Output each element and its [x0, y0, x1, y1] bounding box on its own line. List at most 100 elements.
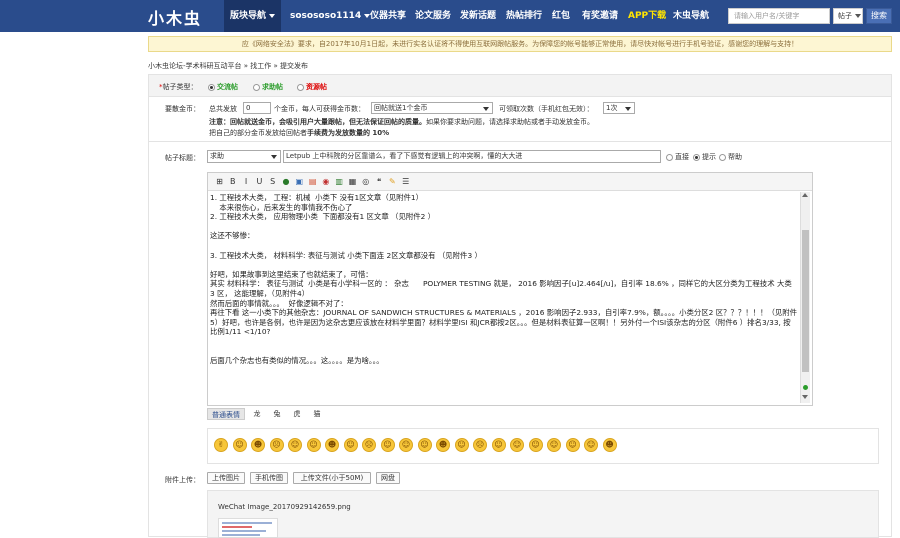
emoji-icon[interactable]: ☺ — [510, 438, 524, 452]
reward-per-select[interactable]: 回帖就送1个金币 — [371, 102, 493, 114]
chevron-down-icon — [855, 14, 861, 18]
editor-content[interactable]: 1. 工程技术大类， 工程：机械 小类下 没有1区文章（见附件1） 本来很伤心，… — [210, 193, 798, 403]
breadcrumb[interactable]: 小木虫论坛-学术科研互动平台 » 找工作 » 提交发布 — [148, 61, 308, 71]
nav-new-topic[interactable]: 发新话题 — [460, 0, 496, 32]
radio-selected-icon[interactable] — [208, 83, 215, 91]
emoji-icon[interactable]: ☹ — [269, 438, 284, 452]
attachment-file-name[interactable]: WeChat Image_20170929142659.png — [218, 503, 351, 511]
search-type-value: 帖子 — [838, 12, 852, 20]
table-icon[interactable]: ▦ — [347, 176, 358, 187]
nav-section-guide[interactable]: 版块导航 — [224, 0, 282, 32]
site-logo[interactable]: 小木虫 — [148, 5, 202, 29]
mode-help-label: 帮助 — [728, 153, 742, 161]
emoji-icon[interactable]: ☺ — [454, 438, 469, 452]
emoji-tab-tiger[interactable]: 虎 — [289, 408, 305, 420]
upload-image-button[interactable]: 上传图片 — [207, 472, 245, 484]
emoji-tab-rabbit[interactable]: 兔 — [269, 408, 285, 420]
post-type-option-resource-label: 资源帖 — [306, 83, 327, 91]
emoji-icon[interactable]: ✌ — [214, 438, 228, 452]
code-icon[interactable]: ◎ — [360, 176, 371, 187]
nav-hot-ranking[interactable]: 热帖排行 — [506, 0, 542, 32]
mode-hint[interactable]: 提示 — [693, 152, 716, 162]
radio-selected-icon[interactable] — [693, 153, 700, 161]
color-icon[interactable]: ● — [281, 176, 292, 187]
title-input[interactable]: Letpub 上中科院的分区靠谱么，看了下感觉有逻辑上的冲突啊，懂的大大进 — [283, 150, 661, 163]
scroll-down-icon[interactable] — [802, 395, 808, 399]
emoji-icon[interactable]: ☺ — [491, 438, 506, 452]
emoji-icon[interactable]: ☹ — [473, 438, 487, 452]
emoji-icon[interactable]: ☺ — [288, 438, 302, 452]
emoji-icon[interactable]: ☺ — [417, 438, 432, 452]
reward-times-select[interactable]: 1次 — [603, 102, 635, 114]
emoji-tab-dragon[interactable]: 龙 — [249, 408, 265, 420]
mode-help[interactable]: 帮助 — [719, 152, 742, 162]
reward-note-1: 注意：回帖就送金币，会吸引用户大量跟帖，但无法保证回帖的质量。如果你要求助问题，… — [209, 117, 594, 127]
nav-paper-service[interactable]: 论文服务 — [415, 0, 451, 32]
search-button[interactable]: 搜索 — [866, 8, 892, 24]
post-type-option-exchange[interactable]: 交流帖 — [208, 82, 238, 92]
list-icon[interactable]: ☰ — [400, 176, 411, 187]
upload-file-button[interactable]: 上传文件(小于50M) — [293, 472, 371, 484]
emoji-icon[interactable]: ☺ — [343, 438, 358, 452]
mode-direct[interactable]: 直接 — [666, 152, 689, 162]
radio-icon[interactable] — [666, 153, 673, 161]
reward-total-input[interactable]: 0 — [243, 102, 271, 114]
emoji-icon[interactable]: ☺ — [380, 438, 395, 452]
rich-text-editor: ⊞ B I U S ● ▣ ▤ ◉ ▥ ▦ ◎ ❝ ✎ ☰ 1. 工程技术大类， 工程：机械 小类下 没有1… — [207, 172, 813, 406]
emoji-icon[interactable]: ☺ — [232, 438, 247, 452]
reward-per-value: 回帖就送1个金币 — [374, 104, 428, 112]
source-icon[interactable]: ⊞ — [214, 176, 225, 187]
nav-app-download[interactable]: APP下载 — [628, 0, 666, 32]
editor-scrollbar[interactable] — [800, 192, 810, 403]
post-type-option-help[interactable]: 求助帖 — [253, 82, 283, 92]
post-type-label: *帖子类型： — [159, 82, 198, 92]
emoji-icon[interactable]: ☺ — [528, 438, 543, 452]
emoji-icon[interactable]: ☻ — [436, 438, 450, 452]
underline-icon[interactable]: U — [254, 176, 265, 187]
radio-icon[interactable] — [297, 83, 304, 91]
flash-icon[interactable]: ▤ — [307, 176, 318, 187]
chevron-down-icon — [625, 107, 631, 111]
nav-user-menu[interactable]: sosososo1114 — [290, 0, 371, 32]
post-type-option-resource[interactable]: 资源帖 — [297, 82, 327, 92]
nav-red-packet[interactable]: 红包 — [552, 0, 570, 32]
scroll-up-icon[interactable] — [802, 193, 808, 197]
emoji-icon[interactable]: ☹ — [362, 438, 376, 452]
reward-note-2: 把自己的部分金币发放给回帖者手续费为发放数量的 10% — [209, 128, 389, 138]
strikethrough-icon[interactable]: S — [267, 176, 278, 187]
emoji-icon[interactable]: ☺ — [399, 438, 413, 452]
attachment-icon[interactable]: ▥ — [334, 176, 345, 187]
hide-icon[interactable]: ✎ — [387, 176, 398, 187]
emoji-tab-common[interactable]: 普通表情 — [207, 408, 245, 420]
nav-instrument-share[interactable]: 仪器共享 — [370, 0, 406, 32]
bold-icon[interactable]: B — [227, 176, 238, 187]
attachment-thumbnail[interactable] — [218, 518, 278, 538]
title-category-select[interactable]: 求助 — [207, 150, 281, 163]
emoji-icon[interactable]: ☻ — [251, 438, 265, 452]
italic-icon[interactable]: I — [241, 176, 252, 187]
attachment-list: WeChat Image_20170929142659.png — [207, 490, 879, 538]
cloud-disk-button[interactable]: 网盘 — [376, 472, 400, 484]
title-label: 帖子标题： — [165, 154, 200, 162]
radio-icon[interactable] — [719, 153, 726, 161]
editor-toolbar: ⊞ B I U S ● ▣ ▤ ◉ ▥ ▦ ◎ ❝ ✎ ☰ — [208, 173, 812, 191]
scrollbar-thumb[interactable] — [802, 230, 809, 372]
radio-icon[interactable] — [253, 83, 260, 91]
emoji-icon[interactable]: ☻ — [602, 438, 617, 452]
emoji-icon[interactable]: ☺ — [306, 438, 321, 452]
search-type-select[interactable]: 帖子 — [833, 8, 863, 24]
phone-upload-button[interactable]: 手机传图 — [250, 472, 288, 484]
search-input[interactable]: 请输入用户名/关键字 — [728, 8, 830, 24]
emoji-icon[interactable]: ☺ — [565, 438, 580, 452]
editor-line: 后面几个杂志也有类似的情况。。。这。。。。是为啥。。。 — [210, 356, 384, 366]
media-icon[interactable]: ◉ — [320, 176, 331, 187]
image-icon[interactable]: ▣ — [294, 176, 305, 187]
emoji-icon[interactable]: ☺ — [584, 438, 598, 452]
quote-icon[interactable]: ❝ — [374, 176, 385, 187]
emoji-icon[interactable]: ☻ — [325, 438, 339, 452]
emoji-tab-cat[interactable]: 猫 — [309, 408, 325, 420]
emoji-icon[interactable]: ☺ — [547, 438, 561, 452]
nav-invite[interactable]: 有奖邀请 — [582, 0, 618, 32]
editor-line: 其实 材料科学： 表征与测试 小类是有小学科一区的 ： 杂志 POLYMER T… — [210, 279, 795, 298]
nav-site-guide[interactable]: 木虫导航 — [673, 0, 709, 32]
